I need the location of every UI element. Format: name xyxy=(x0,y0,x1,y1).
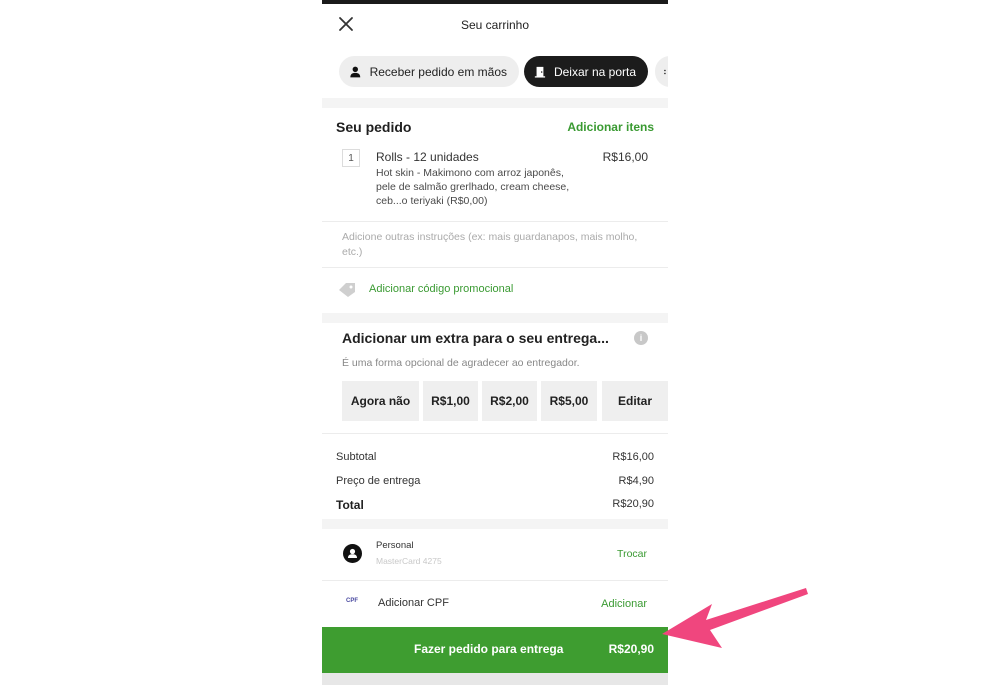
bottom-bar xyxy=(322,673,668,685)
divider xyxy=(322,221,668,222)
total-label: Total xyxy=(336,498,364,512)
add-cpf-link[interactable]: Adicionar xyxy=(601,598,647,610)
tip-subtitle: É uma forma opcional de agradecer ao ent… xyxy=(342,357,580,369)
delivery-option-more[interactable] xyxy=(655,56,668,87)
tip-option-1[interactable]: R$1,00 xyxy=(423,381,478,421)
divider xyxy=(322,313,668,323)
payment-profile-icon xyxy=(343,544,362,563)
divider xyxy=(322,98,668,108)
total-row: Total R$20,90 xyxy=(336,498,654,512)
tip-option-edit[interactable]: Editar xyxy=(602,381,668,421)
add-items-link[interactable]: Adicionar itens xyxy=(567,120,654,134)
divider xyxy=(322,267,668,268)
subtotal-value: R$16,00 xyxy=(612,451,654,463)
divider xyxy=(322,433,668,434)
payment-card: MasterCard 4275 xyxy=(376,556,442,566)
promo-code-label: Adicionar código promocional xyxy=(369,283,514,295)
change-payment-link[interactable]: Trocar xyxy=(617,548,647,560)
person-icon xyxy=(350,66,361,77)
delivery-option-label: Receber pedido em mãos xyxy=(369,64,507,79)
tag-icon xyxy=(339,283,355,297)
item-price: R$16,00 xyxy=(602,150,648,164)
place-order-price: R$20,90 xyxy=(608,642,654,656)
subtotal-label: Subtotal xyxy=(336,451,377,463)
delivery-option-label: Deixar na porta xyxy=(553,64,636,79)
annotation-arrow xyxy=(662,588,808,648)
delivery-option-door[interactable]: Deixar na porta xyxy=(524,56,648,87)
tip-option-5[interactable]: R$5,00 xyxy=(541,381,597,421)
item-quantity[interactable]: 1 xyxy=(342,149,360,167)
payment-profile-name: Personal xyxy=(376,540,414,551)
door-icon xyxy=(534,66,546,78)
divider xyxy=(322,580,668,581)
instructions-input[interactable]: Adicione outras instruções (ex: mais gua… xyxy=(342,230,642,260)
delivery-fee-row: Preço de entrega R$4,90 xyxy=(336,475,654,487)
delivery-fee-value: R$4,90 xyxy=(618,475,654,487)
item-name: Rolls - 12 unidades xyxy=(376,150,479,164)
subtotal-row: Subtotal R$16,00 xyxy=(336,451,654,463)
cpf-icon: CPF xyxy=(346,598,358,604)
delivery-fee-label: Preço de entrega xyxy=(336,475,421,487)
cpf-label: Adicionar CPF xyxy=(378,597,449,609)
tip-option-none[interactable]: Agora não xyxy=(342,381,419,421)
place-order-button[interactable]: Fazer pedido para entrega R$20,90 xyxy=(322,627,668,673)
delivery-option-hand[interactable]: Receber pedido em mãos xyxy=(339,56,519,87)
info-icon[interactable]: i xyxy=(634,331,648,345)
item-description: Hot skin - Makimono com arroz japonês, p… xyxy=(376,167,570,207)
total-value: R$20,90 xyxy=(612,498,654,510)
more-option-icon xyxy=(664,69,666,74)
tip-title: Adicionar um extra para o seu entrega... xyxy=(342,330,609,346)
page-title: Seu carrinho xyxy=(460,18,530,32)
divider xyxy=(322,519,668,529)
promo-code-row[interactable]: Adicionar código promocional xyxy=(334,276,654,304)
cart-screen: Seu carrinho Receber pedido em mãos Deix… xyxy=(322,0,668,685)
tip-option-2[interactable]: R$2,00 xyxy=(482,381,537,421)
order-section-title: Seu pedido xyxy=(336,119,412,135)
place-order-label: Fazer pedido para entrega xyxy=(414,642,564,656)
header: Seu carrinho xyxy=(322,4,668,48)
